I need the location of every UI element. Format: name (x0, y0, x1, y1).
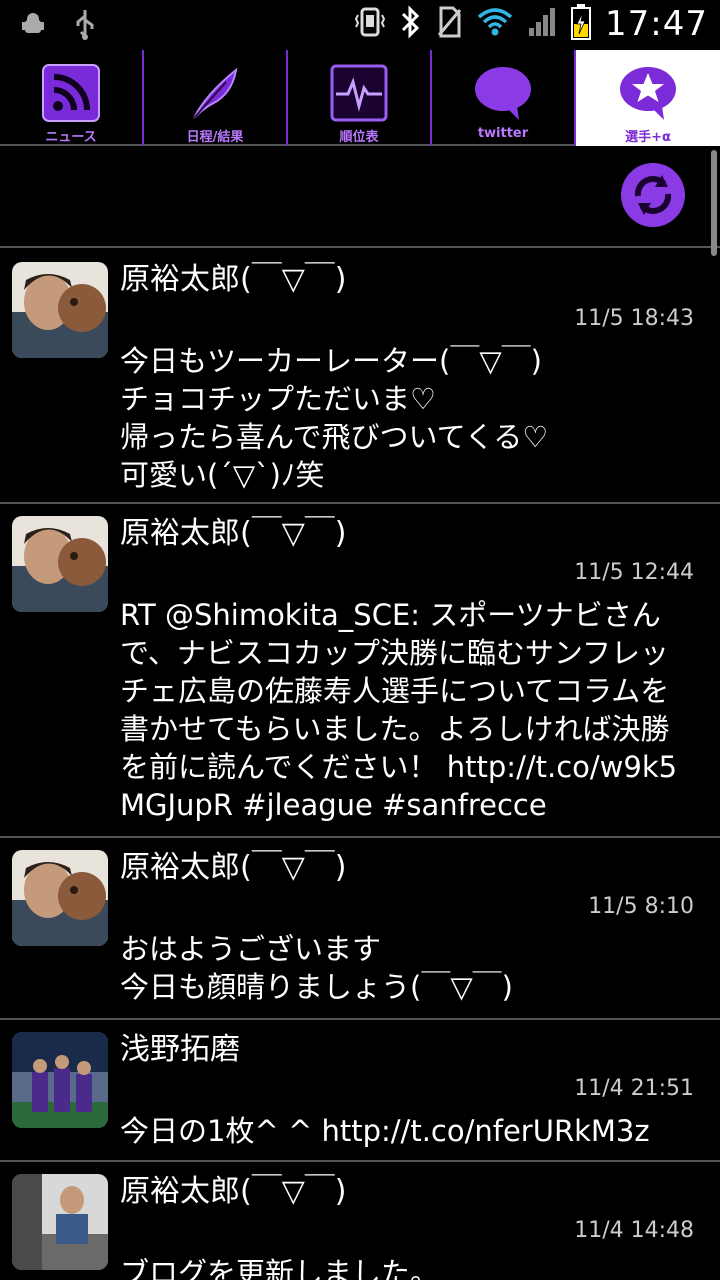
tweet-author: 原裕太郎(￣▽￣) (120, 516, 347, 551)
tab-schedule[interactable]: 日程/結果 (144, 50, 288, 146)
tweet-list: 原裕太郎(￣▽￣) 11/5 18:43 今日もツーカーレーター(￣▽￣) チョ… (0, 250, 720, 1280)
tweet-item[interactable]: 原裕太郎(￣▽￣) 11/4 14:48 ブログを更新しました。 (0, 1162, 720, 1280)
tweet-text: RT @Shimokita_SCE: スポーツナビさんで、ナビスコカップ決勝に臨… (120, 598, 678, 822)
status-clock: 17:47 (605, 4, 708, 44)
vibrate-icon (354, 5, 386, 43)
wifi-icon (477, 7, 513, 41)
pulse-chart-icon (328, 62, 390, 124)
tab-bar: ニュース 日程/結果 順位表 twitter 選手+α (0, 50, 720, 146)
tweet-author: 原裕太郎(￣▽￣) (120, 850, 347, 885)
avatar[interactable] (12, 516, 108, 612)
tab-label: 選手+α (625, 130, 671, 145)
tweet-text: おはようございます 今日も顔晴りましょう(￣▽￣) (120, 932, 513, 1004)
avatar[interactable] (12, 850, 108, 946)
android-debug-icon (20, 11, 46, 41)
tab-label: ニュース (45, 130, 97, 145)
tweet-timestamp: 11/5 12:44 (574, 560, 694, 585)
tweet-author: 原裕太郎(￣▽￣) (120, 262, 347, 297)
tab-label: twitter (477, 126, 529, 141)
usb-icon (72, 8, 98, 44)
tab-label: 日程/結果 (186, 130, 244, 145)
tweet-author: 浅野拓磨 (120, 1032, 240, 1067)
tweet-timestamp: 11/5 18:43 (574, 306, 694, 331)
tweet-item[interactable]: 浅野拓磨 11/4 21:51 今日の1枚^ ^ http://t.co/nfe… (0, 1020, 720, 1162)
rss-icon (40, 62, 102, 124)
tweet-timestamp: 11/4 21:51 (574, 1076, 694, 1101)
tab-players[interactable]: 選手+α (576, 50, 720, 146)
tab-label: 順位表 (339, 130, 379, 145)
tweet-timestamp: 11/5 8:10 (588, 894, 694, 919)
tweet-text: 今日もツーカーレーター(￣▽￣) チョコチップただいま♡ 帰ったら喜んで飛びつい… (120, 344, 549, 492)
speech-bubble-icon (472, 62, 534, 124)
feather-icon (184, 62, 246, 124)
tweet-text: 今日の1枚^ ^ http://t.co/nferURkM3z (120, 1114, 650, 1148)
refresh-row (0, 148, 720, 248)
tweet-item[interactable]: 原裕太郎(￣▽￣) 11/5 8:10 おはようございます 今日も顔晴りましょう… (0, 838, 720, 1020)
tweet-text: ブログを更新しました。 (120, 1256, 440, 1280)
star-bubble-icon (617, 62, 679, 124)
tweet-author: 原裕太郎(￣▽￣) (120, 1174, 347, 1209)
avatar[interactable] (12, 1032, 108, 1128)
tab-twitter[interactable]: twitter (432, 50, 576, 146)
scrollbar[interactable] (711, 150, 717, 256)
refresh-icon (621, 163, 685, 227)
tweet-item[interactable]: 原裕太郎(￣▽￣) 11/5 12:44 RT @Shimokita_SCE: … (0, 504, 720, 838)
battery-charging-icon (571, 4, 592, 44)
avatar[interactable] (12, 1174, 108, 1270)
tab-news[interactable]: ニュース (0, 50, 144, 146)
refresh-button[interactable] (618, 160, 688, 230)
bluetooth-icon (399, 5, 421, 43)
status-bar: 17:47 (0, 0, 720, 50)
signal-icon (527, 6, 557, 42)
avatar[interactable] (12, 262, 108, 358)
tweet-item[interactable]: 原裕太郎(￣▽￣) 11/5 18:43 今日もツーカーレーター(￣▽￣) チョ… (0, 250, 720, 504)
no-sim-icon (435, 5, 463, 43)
tab-standings[interactable]: 順位表 (288, 50, 432, 146)
tweet-timestamp: 11/4 14:48 (574, 1218, 694, 1243)
